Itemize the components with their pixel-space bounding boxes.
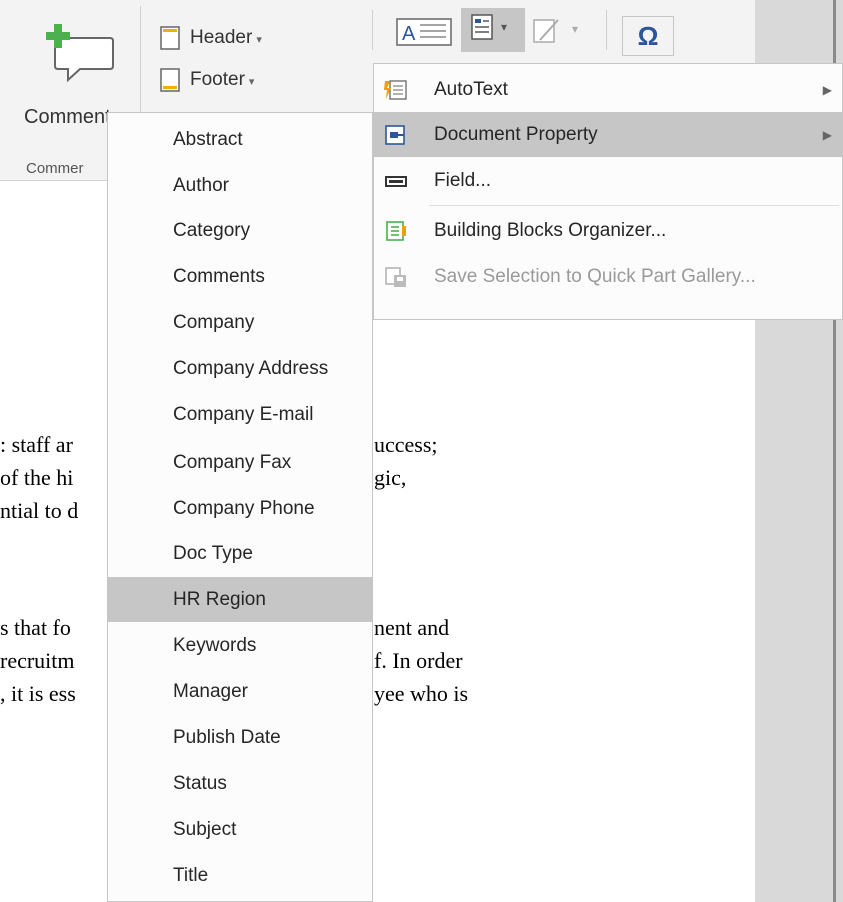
menu-item-document-property[interactable]: Document Property ▶ xyxy=(374,112,843,157)
property-item-label: Status xyxy=(173,772,227,794)
doc-line-fragment: nent and xyxy=(374,615,450,640)
text-box-icon[interactable]: A xyxy=(396,12,452,46)
property-item-label: Publish Date xyxy=(173,726,281,748)
property-item-status[interactable]: Status xyxy=(108,761,372,806)
property-item-doc-type[interactable]: Doc Type xyxy=(108,531,372,576)
property-item-subject[interactable]: Subject xyxy=(108,807,372,852)
property-item-company-phone[interactable]: Company Phone xyxy=(108,486,372,531)
property-item-label: HR Region xyxy=(173,588,266,610)
property-item-label: Subject xyxy=(173,818,237,840)
chevron-down-icon: ▾ xyxy=(248,75,255,88)
symbol-button[interactable]: Ω xyxy=(622,16,674,56)
group-separator xyxy=(606,10,607,50)
chevron-down-icon: ▾ xyxy=(501,20,508,34)
menu-item-building-blocks-organizer[interactable]: Building Blocks Organizer... xyxy=(374,208,843,253)
property-item-category[interactable]: Category xyxy=(108,208,372,253)
quick-parts-button[interactable]: ▾ xyxy=(461,8,525,52)
doc-line-fragment: s that fo xyxy=(0,615,71,640)
new-comment-icon xyxy=(46,24,114,83)
property-item-label: Company Phone xyxy=(173,497,315,519)
submenu-arrow-icon: ▶ xyxy=(822,82,832,97)
property-item-label: Comments xyxy=(173,265,265,287)
property-item-company-fax[interactable]: Company Fax xyxy=(108,440,372,485)
property-item-company-address[interactable]: Company Address xyxy=(108,346,372,391)
comment-label: Comment xyxy=(24,106,111,128)
menu-item-label: Save Selection to Quick Part Gallery... xyxy=(434,265,756,287)
property-item-author[interactable]: Author xyxy=(108,163,372,208)
property-item-label: Author xyxy=(173,174,229,196)
save-selection-icon xyxy=(385,266,406,287)
property-item-company-email[interactable]: Company E-mail xyxy=(108,392,372,437)
comments-group-label: Commer xyxy=(26,160,84,177)
doc-line-fragment: gic, xyxy=(374,465,407,490)
menu-item-label: Building Blocks Organizer... xyxy=(434,219,667,241)
doc-line-fragment: yee who is xyxy=(374,681,469,706)
property-item-title[interactable]: Title xyxy=(108,853,372,898)
doc-line-fragment: ntial to d xyxy=(0,498,79,523)
property-item-manager[interactable]: Manager xyxy=(108,669,372,714)
property-item-comments[interactable]: Comments xyxy=(108,254,372,299)
document-property-submenu: Abstract Author Category Comments Compan… xyxy=(107,112,373,902)
property-item-company[interactable]: Company xyxy=(108,300,372,345)
property-item-label: Abstract xyxy=(173,128,243,150)
property-item-abstract[interactable]: Abstract xyxy=(108,117,372,162)
property-item-label: Category xyxy=(173,219,251,241)
quick-parts-menu: AutoText ▶ Document Property ▶ Field... … xyxy=(373,63,843,320)
doc-line-fragment: recruitm xyxy=(0,648,75,673)
property-item-label: Company Fax xyxy=(173,451,292,473)
document-property-icon xyxy=(385,124,405,145)
menu-separator xyxy=(429,205,839,206)
property-item-label: Company xyxy=(173,311,255,333)
doc-line-fragment: : staff ar xyxy=(0,432,73,457)
menu-item-save-selection[interactable]: Save Selection to Quick Part Gallery... xyxy=(374,254,843,299)
property-item-keywords[interactable]: Keywords xyxy=(108,623,372,668)
footer-button[interactable]: Footer ▾ xyxy=(160,64,254,96)
autotext-icon xyxy=(384,79,407,100)
property-item-label: Company Address xyxy=(173,357,329,379)
quick-parts-icon xyxy=(471,14,493,40)
new-comment-button[interactable]: Comment xyxy=(18,14,133,128)
doc-line-fragment: f. In order xyxy=(374,648,463,673)
property-item-label: Manager xyxy=(173,680,248,702)
doc-line-fragment: uccess; xyxy=(374,432,438,457)
menu-item-autotext[interactable]: AutoText ▶ xyxy=(374,67,843,112)
menu-item-field[interactable]: Field... xyxy=(374,158,843,203)
footer-icon xyxy=(160,68,180,92)
chevron-down-icon: ▾ xyxy=(256,33,262,46)
building-blocks-icon xyxy=(386,220,406,241)
menu-item-label: Document Property xyxy=(434,123,598,145)
header-icon xyxy=(160,26,180,50)
footer-label: Footer xyxy=(190,69,245,90)
submenu-arrow-icon: ▶ xyxy=(822,127,832,142)
header-label: Header xyxy=(190,27,253,48)
property-item-label: Doc Type xyxy=(173,542,253,564)
signature-line-icon xyxy=(533,19,559,43)
chevron-down-icon: ▾ xyxy=(572,22,579,36)
property-item-publish-date[interactable]: Publish Date xyxy=(108,715,372,760)
property-item-label: Title xyxy=(173,864,209,886)
doc-line-fragment: , it is ess xyxy=(0,681,76,706)
svg-text:A: A xyxy=(402,23,416,45)
property-item-label: Keywords xyxy=(173,634,257,656)
header-button[interactable]: Header ▾ xyxy=(160,22,262,54)
property-item-hr-region[interactable]: HR Region xyxy=(108,577,372,622)
menu-item-label: AutoText xyxy=(434,78,508,100)
field-icon xyxy=(385,175,407,187)
doc-line-fragment: of the hi xyxy=(0,465,74,490)
group-separator xyxy=(372,10,373,50)
menu-item-label: Field... xyxy=(434,169,492,191)
signature-line-button[interactable]: ▾ xyxy=(528,14,592,50)
property-item-label: Company E-mail xyxy=(173,403,314,425)
